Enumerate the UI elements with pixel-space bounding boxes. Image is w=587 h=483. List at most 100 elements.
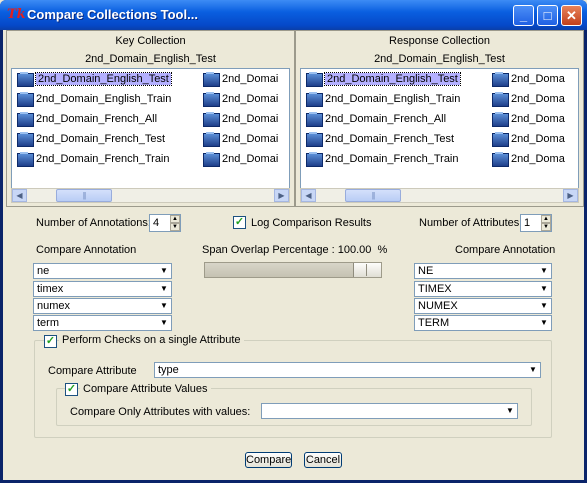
list-item[interactable]: 2nd_Domain_English_Train <box>301 89 491 109</box>
list-item[interactable]: 2nd_Doma <box>487 89 578 109</box>
dialog-body: Key Collection 2nd_Domain_English_Test 2… <box>3 30 584 480</box>
folder-icon <box>17 92 34 107</box>
response-collection-header: Response Collection <box>389 35 490 47</box>
key-annotation-select[interactable]: ne ▼ <box>33 263 172 279</box>
response-annotation-select[interactable]: NUMEX ▼ <box>414 298 552 314</box>
scroll-right-icon[interactable]: ▶ <box>274 189 289 202</box>
key-annotation-select[interactable]: timex ▼ <box>33 281 172 297</box>
list-item[interactable]: 2nd_Domai <box>198 89 289 109</box>
chevron-down-icon[interactable]: ▼ <box>157 282 171 296</box>
folder-icon <box>306 72 323 87</box>
folder-icon <box>492 72 509 87</box>
list-item[interactable]: 2nd_Domain_French_All <box>12 109 202 129</box>
list-item[interactable]: 2nd_Doma <box>487 129 578 149</box>
compare-only-values-select[interactable]: ▼ <box>261 403 518 419</box>
folder-icon <box>17 132 34 147</box>
folder-icon <box>203 132 220 147</box>
num-annotations-spinner[interactable]: 4 ▲ ▼ <box>149 214 181 232</box>
chevron-down-icon[interactable]: ▼ <box>537 299 551 313</box>
num-annotations-value: 4 <box>153 217 160 229</box>
list-item[interactable]: 2nd_Domain_French_Test <box>12 129 202 149</box>
scroll-thumb[interactable]: ||| <box>345 189 401 202</box>
chevron-down-icon[interactable]: ▼ <box>537 282 551 296</box>
list-item[interactable]: 2nd_Domai <box>198 149 289 169</box>
list-item[interactable]: 2nd_Doma <box>487 69 578 89</box>
key-collection-name: 2nd_Domain_English_Test <box>85 53 216 65</box>
cancel-button[interactable]: Cancel <box>304 452 342 468</box>
folder-icon <box>203 152 220 167</box>
window-title: Compare Collections Tool... <box>27 7 198 22</box>
key-collection-list[interactable]: 2nd_Domain_English_Test 2nd_Domain_Engli… <box>11 68 290 190</box>
key-collection-header: Key Collection <box>115 35 186 47</box>
log-results-label: Log Comparison Results <box>251 217 372 229</box>
response-annotation-select[interactable]: TERM ▼ <box>414 315 552 331</box>
folder-icon <box>306 112 323 127</box>
scroll-left-icon[interactable]: ◀ <box>12 189 27 202</box>
compare-values-checkbox[interactable]: ✓ <box>65 383 78 396</box>
list-item[interactable]: 2nd_Domain_English_Test <box>12 69 202 89</box>
folder-icon <box>17 72 34 87</box>
folder-icon <box>492 132 509 147</box>
span-overlap-label: Span Overlap Percentage : 100.00 % <box>202 244 388 256</box>
compare-attribute-select[interactable]: type ▼ <box>154 362 541 378</box>
response-collection-panel: Response Collection 2nd_Domain_English_T… <box>295 30 584 207</box>
key-annotation-select[interactable]: term ▼ <box>33 315 172 331</box>
scroll-thumb[interactable]: ||| <box>56 189 112 202</box>
span-overlap-slider[interactable] <box>204 262 382 278</box>
folder-icon <box>492 152 509 167</box>
scroll-left-icon[interactable]: ◀ <box>301 189 316 202</box>
list-item[interactable]: 2nd_Doma <box>487 149 578 169</box>
compare-button[interactable]: Compare <box>245 452 292 468</box>
chevron-down-icon[interactable]: ▼ <box>157 264 171 278</box>
spin-down-icon[interactable]: ▼ <box>170 223 180 231</box>
key-list-hscrollbar[interactable]: ◀ ||| ▶ <box>11 188 290 203</box>
list-item[interactable]: 2nd_Domain_French_Train <box>301 149 491 169</box>
chevron-down-icon[interactable]: ▼ <box>537 316 551 330</box>
title-bar[interactable]: Tk Compare Collections Tool... _ □ ✕ <box>0 0 587 30</box>
list-item[interactable]: 2nd_Domain_English_Train <box>12 89 202 109</box>
chevron-down-icon[interactable]: ▼ <box>157 316 171 330</box>
maximize-button[interactable]: □ <box>537 5 558 26</box>
folder-icon <box>17 112 34 127</box>
compare-only-label: Compare Only Attributes with values: <box>70 406 251 418</box>
folder-icon <box>492 112 509 127</box>
num-attributes-label: Number of Attributes: <box>419 217 523 229</box>
num-attributes-value: 1 <box>524 217 531 229</box>
perform-checks-checkbox[interactable]: ✓ <box>44 335 57 348</box>
spin-up-icon[interactable]: ▲ <box>541 215 551 223</box>
num-attributes-spinner[interactable]: 1 ▲ ▼ <box>520 214 552 232</box>
scroll-right-icon[interactable]: ▶ <box>563 189 578 202</box>
chevron-down-icon[interactable]: ▼ <box>503 404 517 418</box>
folder-icon <box>306 152 323 167</box>
response-list-hscrollbar[interactable]: ◀ ||| ▶ <box>300 188 579 203</box>
list-item[interactable]: 2nd_Domain_French_All <box>301 109 491 129</box>
chevron-down-icon[interactable]: ▼ <box>537 264 551 278</box>
list-item[interactable]: 2nd_Domain_English_Test <box>301 69 491 89</box>
chevron-down-icon[interactable]: ▼ <box>157 299 171 313</box>
list-item[interactable]: 2nd_Domai <box>198 69 289 89</box>
response-collection-name: 2nd_Domain_English_Test <box>374 53 505 65</box>
folder-icon <box>203 92 220 107</box>
list-item[interactable]: 2nd_Domain_French_Test <box>301 129 491 149</box>
tk-logo-icon: Tk <box>7 7 26 22</box>
key-annotation-select[interactable]: numex ▼ <box>33 298 172 314</box>
app-window: Tk Compare Collections Tool... _ □ ✕ Key… <box>0 0 587 483</box>
response-collection-list[interactable]: 2nd_Domain_English_Test 2nd_Domain_Engli… <box>300 68 579 190</box>
compare-annotation-right-label: Compare Annotation <box>455 244 556 256</box>
folder-icon <box>203 112 220 127</box>
list-item[interactable]: 2nd_Domai <box>198 109 289 129</box>
response-annotation-select[interactable]: TIMEX ▼ <box>414 281 552 297</box>
spin-up-icon[interactable]: ▲ <box>170 215 180 223</box>
spin-down-icon[interactable]: ▼ <box>541 223 551 231</box>
response-annotation-select[interactable]: NE ▼ <box>414 263 552 279</box>
chevron-down-icon[interactable]: ▼ <box>526 363 540 377</box>
minimize-button[interactable]: _ <box>513 5 534 26</box>
list-item[interactable]: 2nd_Doma <box>487 109 578 129</box>
folder-icon <box>492 92 509 107</box>
slider-handle[interactable] <box>353 263 381 277</box>
log-results-checkbox[interactable]: ✓ <box>233 216 246 229</box>
close-button[interactable]: ✕ <box>561 5 582 26</box>
folder-icon <box>203 72 220 87</box>
list-item[interactable]: 2nd_Domain_French_Train <box>12 149 202 169</box>
list-item[interactable]: 2nd_Domai <box>198 129 289 149</box>
